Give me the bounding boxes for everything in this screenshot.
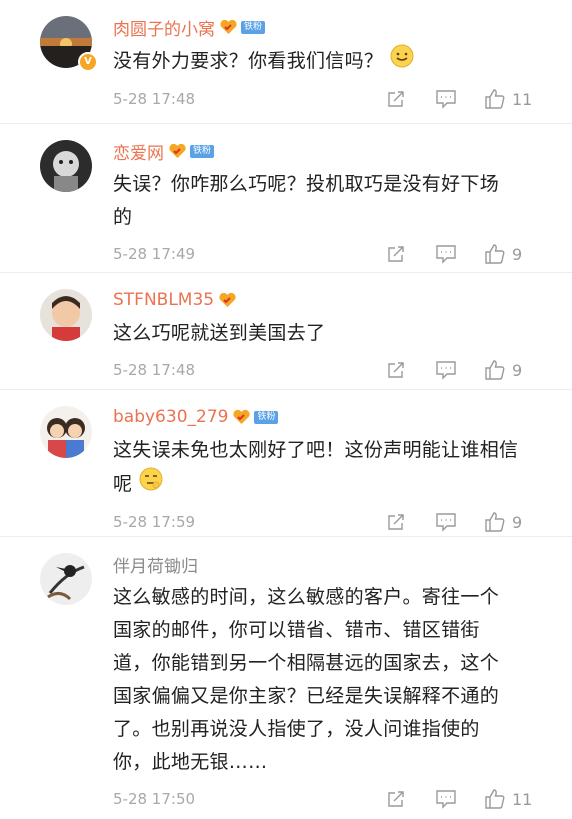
comment-item: STFNBLM35 这么巧呢就送到美国去了 5-28 17:48 9: [0, 273, 572, 390]
thumbs-up-icon: [485, 89, 505, 109]
fan-badge: 铁粉: [254, 410, 279, 424]
thinking-emoji: [139, 467, 163, 502]
share-button[interactable]: [386, 360, 406, 380]
comment-text: 没有外力要求？你看我们信吗？: [113, 44, 523, 79]
share-button[interactable]: [386, 244, 406, 264]
fan-heart-icon: [168, 143, 187, 159]
share-button[interactable]: [386, 89, 406, 109]
fan-badge: 铁粉: [241, 20, 266, 34]
comment-item: V 肉圆子的小窝 铁粉 没有外力要求？你看我们信吗？ 5-28 17:48 11: [0, 0, 572, 124]
fan-heart-icon: [219, 19, 238, 35]
like-button[interactable]: 9: [484, 243, 522, 265]
like-count: 11: [512, 789, 533, 809]
like-button[interactable]: 11: [484, 88, 532, 110]
share-button[interactable]: [386, 512, 406, 532]
username[interactable]: 肉圆子的小窝: [113, 15, 215, 40]
comment-text: 失误？你咋那么巧呢？投机取巧是没有好下场的: [113, 173, 500, 228]
avatar[interactable]: [40, 140, 92, 192]
timestamp: 5-28 17:50: [113, 790, 196, 808]
thumbs-up-icon: [485, 360, 505, 380]
like-count: 11: [512, 89, 533, 109]
like-count: 9: [512, 360, 523, 380]
comment-text: 这么巧呢就送到美国去了: [113, 322, 326, 344]
comment-item: 恋爱网 铁粉 失误？你咋那么巧呢？投机取巧是没有好下场的 5-28 17:49 …: [0, 124, 572, 273]
like-button[interactable]: 11: [484, 788, 532, 810]
reply-button[interactable]: [435, 89, 457, 109]
share-icon: [388, 91, 404, 107]
fan-heart-icon: [232, 409, 251, 425]
fan-badge: 铁粉: [190, 144, 215, 158]
timestamp: 5-28 17:48: [113, 90, 196, 108]
thumbs-up-icon: [485, 512, 505, 532]
username[interactable]: 恋爱网: [113, 139, 164, 164]
share-icon: [388, 514, 404, 530]
username[interactable]: baby630_279: [113, 407, 228, 427]
share-icon: [388, 362, 404, 378]
comment-feed: V 肉圆子的小窝 铁粉 没有外力要求？你看我们信吗？ 5-28 17:48 11…: [0, 0, 572, 809]
share-icon: [388, 791, 404, 807]
like-count: 9: [512, 512, 523, 532]
reply-icon: [436, 790, 456, 809]
like-button[interactable]: 9: [484, 359, 522, 381]
fan-heart-icon: [218, 292, 237, 308]
reply-button[interactable]: [435, 360, 457, 380]
reply-button[interactable]: [435, 789, 457, 809]
username[interactable]: STFNBLM35: [113, 290, 214, 310]
reply-button[interactable]: [435, 244, 457, 264]
reply-icon: [436, 90, 456, 109]
avatar[interactable]: [40, 553, 92, 605]
smile-emoji: [390, 44, 414, 79]
comment-item: 伴月荷锄归 这么敏感的时间，这么敏感的客户。寄往一个国家的邮件，你可以错省、错市…: [0, 537, 572, 809]
thumbs-up-icon: [485, 244, 505, 264]
reply-icon: [436, 245, 456, 264]
like-button[interactable]: 9: [484, 511, 522, 533]
reply-icon: [436, 361, 456, 380]
thumbs-up-icon: [485, 789, 505, 809]
share-icon: [388, 246, 404, 262]
timestamp: 5-28 17:48: [113, 361, 196, 379]
timestamp: 5-28 17:49: [113, 245, 196, 263]
timestamp: 5-28 17:59: [113, 513, 196, 531]
like-count: 9: [512, 244, 523, 264]
username[interactable]: 伴月荷锄归: [113, 552, 198, 577]
avatar[interactable]: [40, 289, 92, 341]
verified-badge: V: [78, 52, 98, 72]
comment-text: 这失误未免也太刚好了吧！这份声明能让谁相信呢: [113, 434, 523, 502]
reply-icon: [436, 513, 456, 532]
share-button[interactable]: [386, 789, 406, 809]
comment-item: baby630_279 铁粉 这失误未免也太刚好了吧！这份声明能让谁相信呢 5-…: [0, 390, 572, 537]
avatar[interactable]: [40, 406, 92, 458]
comment-text: 这么敏感的时间，这么敏感的客户。寄往一个国家的邮件，你可以错省、错市、错区错街道…: [113, 586, 500, 773]
reply-button[interactable]: [435, 512, 457, 532]
